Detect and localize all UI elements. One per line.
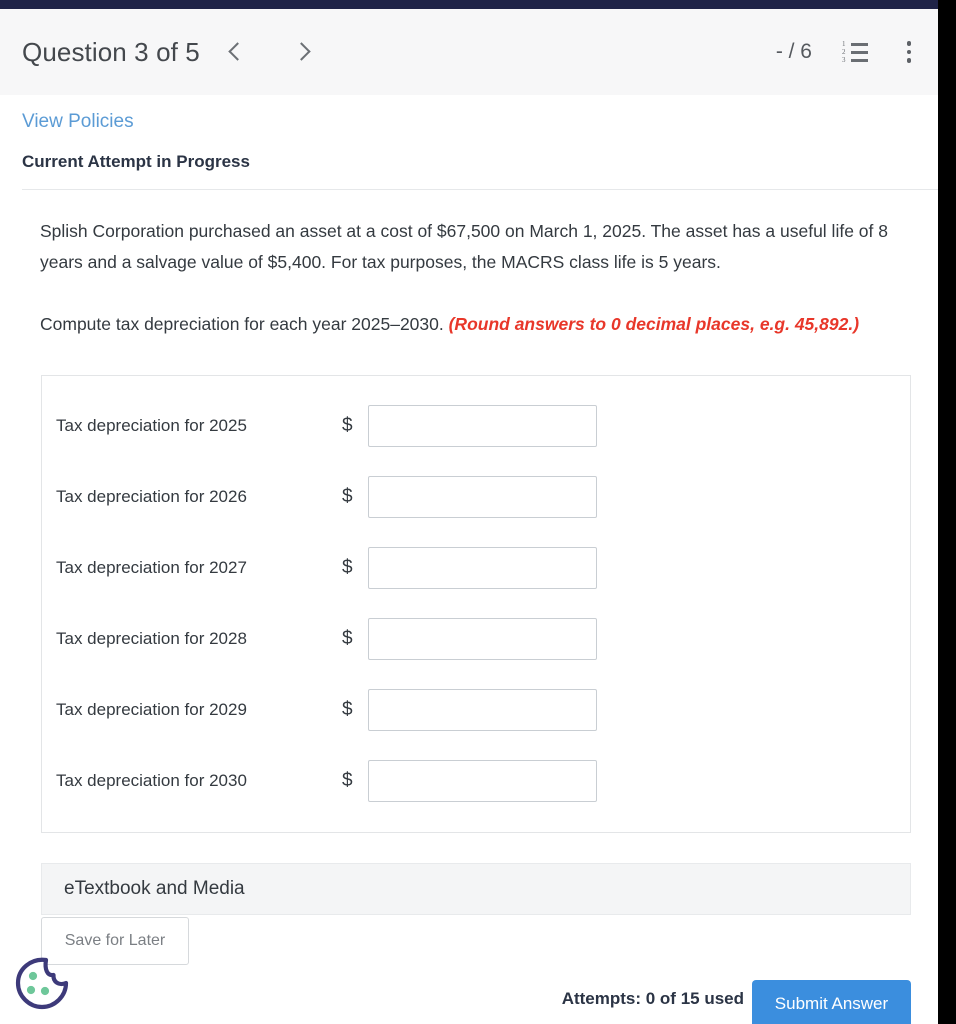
currency-symbol: $ — [342, 627, 353, 649]
answer-input-2028[interactable] — [368, 617, 597, 660]
top-app-bar — [0, 0, 938, 9]
right-edge-strip — [938, 0, 956, 1024]
answer-label: Tax depreciation for 2028 — [56, 628, 247, 648]
table-row: Tax depreciation for 2025 $ — [42, 390, 910, 461]
etextbook-and-media-bar[interactable]: eTextbook and Media — [41, 863, 911, 915]
answer-label: Tax depreciation for 2029 — [56, 699, 247, 719]
list-icon-bar — [851, 42, 868, 46]
list-icon-bar — [851, 50, 868, 54]
list-icon-number: 2 — [842, 48, 846, 56]
question-paragraph-1: Splish Corporation purchased an asset at… — [40, 221, 888, 272]
numbered-list-icon[interactable]: 1 2 3 — [842, 40, 868, 64]
cookie-consent-icon[interactable] — [14, 955, 70, 1011]
page-title: Question 3 of 5 — [22, 36, 200, 67]
rounding-hint: (Round answers to 0 decimal places, e.g.… — [448, 314, 860, 334]
answer-input-2026[interactable] — [368, 475, 597, 518]
answer-input-2030[interactable] — [368, 759, 597, 802]
currency-symbol: $ — [342, 414, 353, 436]
currency-symbol: $ — [342, 769, 353, 791]
score-display: - / 6 — [775, 40, 812, 63]
view-policies-link[interactable]: View Policies — [22, 111, 134, 133]
compute-instruction: Compute tax depreciation for each year 2… — [40, 314, 449, 334]
table-row: Tax depreciation for 2026 $ — [42, 461, 910, 532]
list-icon-row: 1 — [842, 40, 868, 48]
question-navigation — [226, 39, 312, 65]
question-header: Question 3 of 5 - / 6 1 2 3 — [0, 9, 938, 95]
list-icon-number: 3 — [842, 56, 846, 64]
chevron-left-icon[interactable] — [226, 39, 248, 65]
table-row: Tax depreciation for 2027 $ — [42, 532, 910, 603]
answer-label: Tax depreciation for 2026 — [56, 486, 247, 506]
answer-label: Tax depreciation for 2030 — [56, 770, 247, 790]
kebab-dot — [906, 49, 912, 55]
attempt-block: View Policies Current Attempt in Progres… — [0, 95, 938, 190]
answer-label: Tax depreciation for 2025 — [56, 415, 247, 435]
list-icon-bar — [851, 58, 868, 62]
question-paragraph-2: Compute tax depreciation for each year 2… — [40, 309, 898, 340]
cookie-icon-svg — [15, 957, 69, 1010]
answer-input-2027[interactable] — [368, 546, 597, 589]
header-right-controls: - / 6 1 2 3 — [776, 9, 920, 95]
kebab-dot — [906, 58, 912, 63]
list-icon-row: 2 — [842, 48, 868, 56]
attempt-status: Current Attempt in Progress — [22, 152, 250, 171]
chevron-right-icon[interactable] — [290, 39, 312, 65]
answer-panel: Tax depreciation for 2025 $ Tax deprecia… — [41, 375, 911, 833]
table-row: Tax depreciation for 2029 $ — [42, 674, 910, 745]
question-body: Splish Corporation purchased an asset at… — [0, 190, 938, 340]
etextbook-label: eTextbook and Media — [64, 878, 245, 899]
list-icon-row: 3 — [842, 56, 868, 64]
list-icon-number: 1 — [842, 40, 846, 48]
answer-input-2025[interactable] — [368, 404, 597, 447]
answer-input-2029[interactable] — [368, 688, 597, 731]
currency-symbol: $ — [342, 556, 353, 578]
question-page: Question 3 of 5 - / 6 1 2 3 View Policie… — [0, 9, 938, 1024]
app-viewport: Question 3 of 5 - / 6 1 2 3 View Policie… — [0, 0, 956, 1024]
table-row: Tax depreciation for 2028 $ — [42, 603, 910, 674]
kebab-dot — [906, 41, 912, 46]
table-row: Tax depreciation for 2030 $ — [42, 745, 910, 816]
kebab-menu-icon[interactable] — [898, 39, 920, 65]
submit-answer-button[interactable]: Submit Answer — [752, 980, 911, 1024]
answer-label: Tax depreciation for 2027 — [56, 557, 247, 577]
currency-symbol: $ — [342, 698, 353, 720]
currency-symbol: $ — [342, 485, 353, 507]
attempts-counter: Attempts: 0 of 15 used — [561, 989, 744, 1008]
